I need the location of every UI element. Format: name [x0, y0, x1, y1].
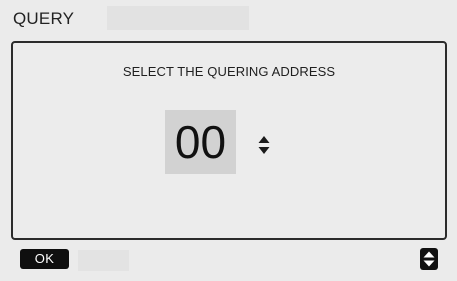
address-selector[interactable]: 00 — [165, 110, 236, 174]
ok-button[interactable]: OK — [20, 249, 69, 269]
address-prompt: SELECT THE QUERING ADDRESS — [122, 64, 336, 79]
title-shade — [107, 6, 249, 30]
address-value[interactable]: 00 — [165, 110, 236, 174]
scroll-button[interactable] — [420, 248, 438, 270]
footer-shade — [78, 250, 129, 271]
up-down-scroll-icon — [423, 251, 435, 267]
up-down-arrows-icon[interactable] — [258, 134, 270, 156]
page-title: QUERY — [13, 9, 75, 28]
query-panel: SELECT THE QUERING ADDRESS 00 — [11, 41, 447, 240]
